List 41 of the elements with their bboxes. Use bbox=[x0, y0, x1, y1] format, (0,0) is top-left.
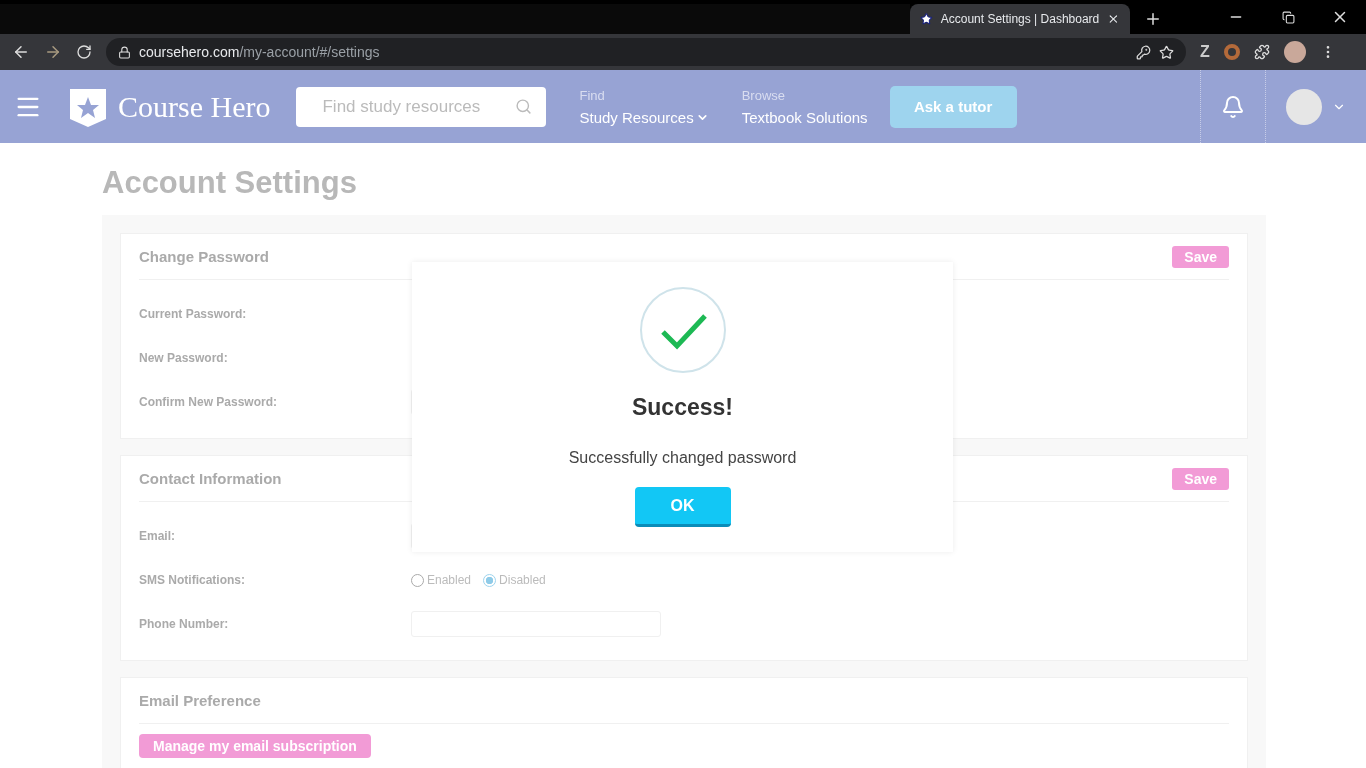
ok-button[interactable]: OK bbox=[634, 487, 731, 527]
save-button[interactable]: Save bbox=[1172, 467, 1229, 490]
save-button[interactable]: Save bbox=[1172, 245, 1229, 268]
lock-icon bbox=[118, 45, 131, 59]
section-title: Email Preference bbox=[139, 692, 261, 709]
ask-tutor-button[interactable]: Ask a tutor bbox=[889, 85, 1017, 128]
field-label: Confirm New Password: bbox=[139, 395, 279, 409]
field-label: Phone Number: bbox=[139, 617, 230, 631]
dialog-title: Success! bbox=[632, 394, 733, 421]
section-title: Change Password bbox=[139, 248, 270, 265]
field-label: Email: bbox=[139, 529, 176, 543]
field-label: New Password: bbox=[139, 351, 229, 365]
new-tab-icon[interactable] bbox=[1144, 10, 1162, 28]
profile-avatar[interactable] bbox=[1283, 41, 1306, 63]
dialog-message: Successfully changed password bbox=[568, 449, 797, 467]
back-icon[interactable] bbox=[12, 43, 30, 61]
extensions-icon[interactable] bbox=[1253, 44, 1270, 60]
manage-subscription-button[interactable]: Manage my email subscription bbox=[139, 734, 371, 758]
forward-icon[interactable] bbox=[44, 43, 62, 61]
extension-icon[interactable]: Z bbox=[1200, 43, 1210, 61]
page-title: Account Settings bbox=[102, 165, 358, 201]
nav-link[interactable]: Browse Textbook Solutions bbox=[741, 87, 868, 126]
ring-extension-icon[interactable] bbox=[1223, 44, 1240, 60]
radio-option[interactable]: Disabled bbox=[483, 573, 546, 587]
browser-tab[interactable]: Account Settings | Dashboard bbox=[910, 4, 1130, 34]
star-icon bbox=[920, 12, 933, 26]
nav-link[interactable]: Find Study Resources bbox=[579, 87, 709, 126]
close-icon[interactable] bbox=[1107, 12, 1120, 26]
address-bar[interactable]: coursehero.com/my-account/#/settings bbox=[106, 38, 1186, 66]
section-title: Contact Information bbox=[139, 470, 282, 487]
check-circle-icon bbox=[638, 286, 727, 374]
restore-icon[interactable] bbox=[1281, 10, 1295, 24]
bookmark-star-icon[interactable] bbox=[1159, 44, 1174, 60]
field-label: Current Password: bbox=[139, 307, 248, 321]
shield-star-icon bbox=[68, 86, 108, 127]
field-label: SMS Notifications: bbox=[139, 573, 246, 587]
reload-icon[interactable] bbox=[76, 44, 92, 60]
search-bar[interactable]: Find study resources bbox=[296, 86, 547, 127]
radio-option[interactable]: Enabled bbox=[411, 573, 472, 587]
key-icon[interactable] bbox=[1136, 44, 1151, 60]
logo-text[interactable]: Course Hero bbox=[118, 89, 271, 124]
